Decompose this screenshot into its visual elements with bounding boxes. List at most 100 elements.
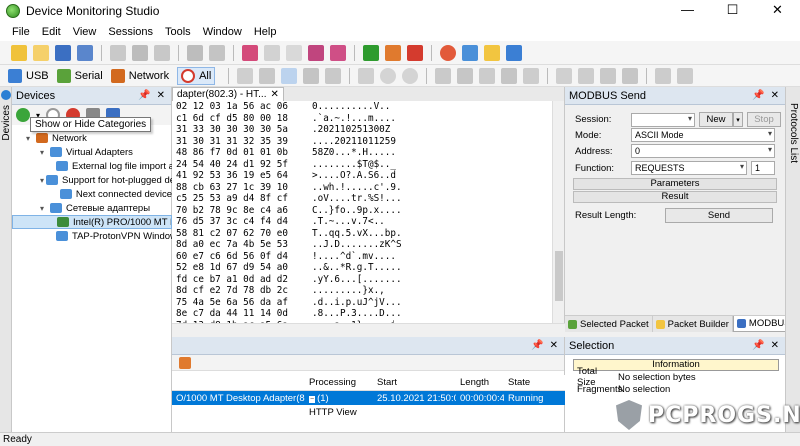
paste-icon[interactable] bbox=[154, 44, 170, 61]
col-header[interactable]: Processing bbox=[305, 377, 373, 388]
menu-file[interactable]: File bbox=[6, 26, 36, 38]
stop-icon[interactable] bbox=[407, 44, 423, 61]
menu-help[interactable]: Help bbox=[248, 26, 283, 38]
new-dropdown-icon[interactable]: ▾ bbox=[733, 112, 743, 127]
usb-filter-button[interactable]: USB bbox=[8, 68, 49, 83]
settings-icon[interactable] bbox=[484, 44, 500, 61]
close-button[interactable]: ✕ bbox=[755, 0, 800, 22]
tools-icon[interactable] bbox=[462, 44, 478, 61]
new-icon[interactable] bbox=[11, 44, 27, 61]
expand-toggle-icon[interactable]: ▾ bbox=[40, 176, 44, 185]
hex-dump[interactable]: 02 12 03 1a 56 ac 06 0..........V.. c1 6d … bbox=[172, 101, 552, 323]
new-button[interactable]: New bbox=[699, 112, 733, 127]
packet-icon[interactable] bbox=[435, 67, 452, 84]
hex-vertical-scrollbar[interactable] bbox=[552, 101, 564, 323]
graph-icon[interactable] bbox=[600, 67, 617, 84]
collapse-icon[interactable]: − bbox=[309, 395, 316, 403]
import-icon[interactable] bbox=[501, 67, 518, 84]
clock-icon[interactable] bbox=[402, 67, 419, 84]
mode-select[interactable]: ASCII Mode ▾ bbox=[631, 128, 775, 142]
start-icon[interactable] bbox=[363, 44, 379, 61]
tree-node[interactable]: ▾ Support for hot-plugged devices bbox=[12, 173, 172, 187]
save-all-icon[interactable] bbox=[77, 44, 93, 61]
filter-icon[interactable] bbox=[237, 67, 254, 84]
menu-window[interactable]: Window bbox=[197, 26, 248, 38]
function-number-input[interactable]: 1 bbox=[751, 161, 775, 175]
scrollbar-thumb[interactable] bbox=[555, 251, 563, 301]
protocols-side-tab[interactable]: Protocols List bbox=[785, 87, 800, 432]
session-close-icon[interactable] bbox=[308, 44, 324, 61]
tree-node[interactable]: TAP-ProtonVPN Windows Adapt bbox=[12, 229, 172, 243]
result-section[interactable]: Result bbox=[573, 191, 777, 203]
hex-tab[interactable]: dapter(802.3) - HT... ✕ bbox=[172, 87, 284, 101]
tree-node[interactable]: ▾ Сетевые адаптеры bbox=[12, 201, 172, 215]
find-icon[interactable] bbox=[523, 67, 540, 84]
session-icon[interactable] bbox=[179, 356, 191, 369]
menu-edit[interactable]: Edit bbox=[36, 26, 67, 38]
cut-icon[interactable] bbox=[110, 44, 126, 61]
delete-icon[interactable] bbox=[187, 44, 203, 61]
columns-icon[interactable] bbox=[325, 67, 342, 84]
expand-toggle-icon[interactable]: ▾ bbox=[26, 134, 34, 143]
network-filter-button[interactable]: Network bbox=[110, 68, 169, 83]
parameters-section[interactable]: Parameters bbox=[573, 178, 777, 190]
close-icon[interactable]: ✕ bbox=[157, 90, 165, 101]
devices-side-tab[interactable]: Devices bbox=[0, 87, 12, 432]
highlight-icon[interactable] bbox=[281, 67, 298, 84]
pin-icon[interactable]: 📌 bbox=[138, 90, 150, 101]
function-select[interactable]: REQUESTS ▾ bbox=[631, 161, 747, 175]
save-icon[interactable] bbox=[55, 44, 71, 61]
col-header[interactable]: Start bbox=[373, 377, 456, 388]
close-icon[interactable]: ✕ bbox=[550, 340, 558, 351]
table-row[interactable]: O/1000 MT Desktop Adapter(802.3) −(1) 25… bbox=[172, 391, 565, 405]
session-open-icon[interactable] bbox=[264, 44, 280, 61]
expand-toggle-icon[interactable]: ▾ bbox=[40, 204, 48, 213]
minimize-button[interactable]: — bbox=[665, 0, 710, 22]
hex-horizontal-scrollbar[interactable] bbox=[172, 323, 565, 337]
pause-icon[interactable] bbox=[385, 44, 401, 61]
session-save-icon[interactable] bbox=[286, 44, 302, 61]
copy-icon[interactable] bbox=[132, 44, 148, 61]
session-select[interactable]: ▾ bbox=[631, 112, 695, 127]
tab-packet-builder[interactable]: Packet Builder bbox=[653, 316, 733, 332]
menu-tools[interactable]: Tools bbox=[159, 26, 197, 38]
maximize-button[interactable]: ☐ bbox=[710, 0, 755, 22]
session-props-icon[interactable] bbox=[330, 44, 346, 61]
grouping-icon[interactable] bbox=[259, 67, 276, 84]
pin-icon[interactable]: 📌 bbox=[531, 340, 543, 351]
tab-selected-packet[interactable]: Selected Packet bbox=[565, 316, 653, 332]
chart-icon[interactable] bbox=[556, 67, 573, 84]
view-icon[interactable] bbox=[358, 67, 375, 84]
stats-icon[interactable] bbox=[578, 67, 595, 84]
col-header[interactable]: Length bbox=[456, 377, 504, 388]
edit-icon[interactable] bbox=[209, 44, 225, 61]
tree-node[interactable]: Intel(R) PRO/1000 MT Desktop bbox=[12, 215, 172, 229]
serial-filter-button[interactable]: Serial bbox=[56, 68, 103, 83]
scroll-down-icon[interactable] bbox=[677, 67, 694, 84]
col-header[interactable]: State bbox=[504, 377, 565, 388]
session-new-icon[interactable] bbox=[242, 44, 258, 61]
structure-icon[interactable] bbox=[303, 67, 320, 84]
export-icon[interactable] bbox=[479, 67, 496, 84]
address-select[interactable]: 0 ▾ bbox=[631, 144, 775, 158]
menu-view[interactable]: View bbox=[67, 26, 103, 38]
bookmark-icon[interactable] bbox=[457, 67, 474, 84]
scroll-up-icon[interactable] bbox=[655, 67, 672, 84]
tree-node[interactable]: ▾ Virtual Adapters bbox=[12, 145, 172, 159]
tree-node[interactable]: ▾ Network bbox=[12, 131, 172, 145]
close-tab-icon[interactable]: ✕ bbox=[270, 89, 278, 100]
trend-icon[interactable] bbox=[622, 67, 639, 84]
all-filter-button[interactable]: All bbox=[177, 66, 216, 85]
tree-node[interactable]: Next connected device bbox=[12, 187, 172, 201]
expand-toggle-icon[interactable]: ▾ bbox=[40, 148, 48, 157]
close-icon[interactable]: ✕ bbox=[771, 340, 779, 351]
open-icon[interactable] bbox=[33, 44, 49, 61]
stop-button[interactable]: Stop bbox=[747, 112, 781, 127]
pin-icon[interactable]: 📌 bbox=[752, 90, 764, 101]
close-icon[interactable]: ✕ bbox=[771, 90, 779, 101]
tree-node[interactable]: External log file import adapter bbox=[12, 159, 172, 173]
record-icon[interactable] bbox=[440, 44, 456, 61]
history-icon[interactable] bbox=[380, 67, 397, 84]
start-monitoring-icon[interactable] bbox=[16, 108, 30, 122]
help-icon[interactable] bbox=[506, 44, 522, 61]
